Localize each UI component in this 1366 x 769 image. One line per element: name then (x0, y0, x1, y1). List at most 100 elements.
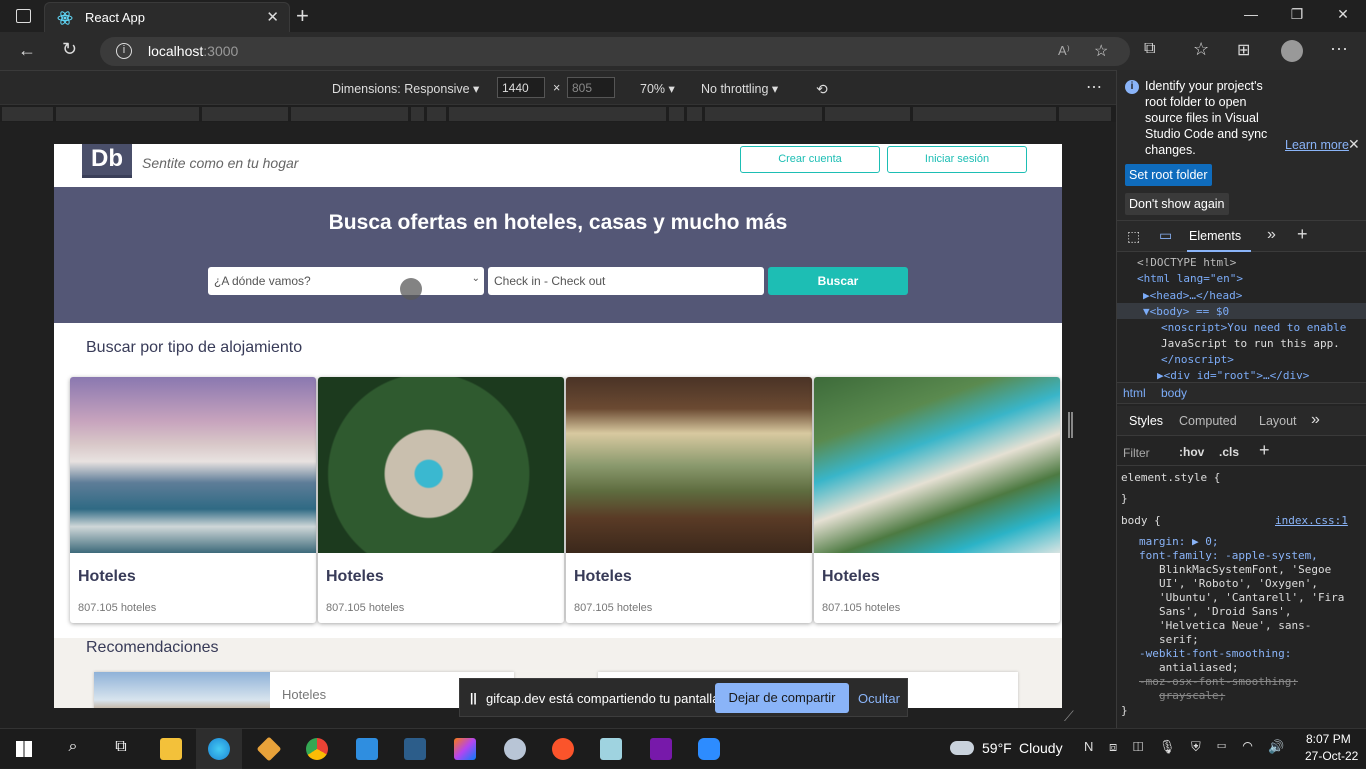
close-window-icon[interactable]: ✕ (1333, 6, 1353, 23)
dom-line[interactable]: <noscript>You need to enable (1161, 321, 1346, 334)
onenote-icon[interactable] (650, 738, 672, 760)
search-icon[interactable]: ⌕ (62, 738, 84, 760)
tab-computed[interactable]: Computed (1179, 414, 1237, 428)
active-tab-underline (1187, 250, 1251, 252)
tray-icons[interactable]: N ⧈ ◫ 🎙 ⛨ ▭ ◠ 🔊 (1084, 739, 1291, 755)
browser-tab[interactable]: React App ✕ (44, 2, 290, 32)
css-source-link[interactable]: index.css:1 (1275, 514, 1348, 527)
favorites-icon[interactable]: ☆ (1193, 39, 1209, 60)
chrome-icon[interactable] (306, 738, 328, 760)
read-aloud-icon[interactable]: A⁾ (1058, 43, 1070, 59)
category-card[interactable]: Hoteles 807.105 hoteles (566, 377, 812, 623)
tab-elements[interactable]: Elements (1189, 229, 1241, 243)
site-logo[interactable]: Db (82, 144, 132, 178)
rotate-icon[interactable]: ⟲ (816, 81, 828, 98)
temperature[interactable]: 59°F (982, 740, 1012, 756)
new-tab-button[interactable]: + (296, 3, 309, 29)
weather-text[interactable]: Cloudy (1019, 740, 1063, 756)
search-button[interactable]: Buscar (768, 267, 908, 295)
vscode-icon[interactable] (356, 738, 378, 760)
git-icon[interactable] (256, 736, 282, 762)
inspect-icon[interactable]: ⬚ (1127, 228, 1140, 245)
refresh-icon[interactable]: ↻ (62, 39, 77, 60)
times-sign: × (553, 81, 561, 95)
dom-line[interactable]: <html lang="en"> (1137, 272, 1243, 285)
more-menu-icon[interactable]: ··· (1330, 38, 1348, 59)
collections-icon[interactable]: ⊞ (1237, 40, 1250, 60)
extensions-icon[interactable]: ⧉ (1144, 40, 1155, 58)
set-root-folder-button[interactable]: Set root folder (1125, 164, 1212, 186)
hov-toggle[interactable]: :hov (1179, 445, 1204, 459)
zoom-dropdown[interactable]: 70% ▾ (640, 81, 675, 96)
address-bar[interactable]: i localhost:3000 A⁾ ☆ (100, 37, 1130, 66)
more-tabs-icon[interactable]: » (1267, 226, 1276, 244)
add-panel-icon[interactable]: + (1297, 224, 1308, 245)
dom-line[interactable]: <!DOCTYPE html> (1137, 256, 1236, 269)
device-more-icon[interactable]: ⋯ (1086, 77, 1102, 97)
category-image (566, 377, 812, 553)
app-icon[interactable] (504, 738, 526, 760)
clock-time[interactable]: 8:07 PM (1306, 732, 1351, 746)
dom-line[interactable]: ▶<div id="root">…</div> (1157, 369, 1309, 382)
filter-input[interactable]: Filter (1123, 446, 1150, 460)
recommendation-card[interactable]: Hoteles (94, 672, 514, 708)
width-input[interactable]: 1440 (497, 77, 545, 98)
resize-corner-icon[interactable]: ⟋ (1064, 708, 1074, 725)
breadcrumb-html[interactable]: html (1123, 386, 1146, 400)
css-line[interactable]: margin: ▶ 0; (1139, 535, 1218, 548)
more-style-tabs-icon[interactable]: » (1311, 411, 1320, 429)
stop-sharing-button[interactable]: Dejar de compartir (715, 683, 849, 713)
css-line[interactable]: -webkit-font-smoothing: (1139, 647, 1291, 660)
create-account-button[interactable]: Crear cuenta (740, 146, 880, 173)
dimensions-dropdown[interactable]: Dimensions: Responsive ▾ (332, 81, 479, 96)
intellij-icon[interactable] (454, 738, 476, 760)
task-view-icon[interactable]: ⧉ (110, 738, 132, 760)
css-line: body { (1121, 514, 1161, 527)
category-card[interactable]: Hoteles 807.105 hoteles (814, 377, 1060, 623)
dom-line[interactable]: </noscript> (1161, 353, 1234, 366)
throttling-dropdown[interactable]: No throttling ▾ (701, 81, 778, 96)
brave-icon[interactable] (552, 738, 574, 760)
profile-avatar[interactable] (1281, 40, 1303, 62)
zoom-icon[interactable] (698, 738, 720, 760)
breadcrumb-body[interactable]: body (1161, 386, 1187, 400)
destination-select[interactable]: ¿A dónde vamos? ⌄ (208, 267, 484, 295)
dom-line[interactable]: ▶<head>…</head> (1143, 289, 1242, 302)
dom-line[interactable]: ▼<body> == $0 (1143, 305, 1229, 318)
tab-actions-icon[interactable] (16, 9, 31, 23)
back-icon[interactable]: ← (18, 40, 36, 61)
media-query-ruler[interactable] (0, 104, 1116, 122)
windows-start-icon[interactable] (16, 741, 32, 757)
add-favorite-icon[interactable]: ☆ (1094, 41, 1108, 61)
dont-show-again-button[interactable]: Don't show again (1125, 193, 1229, 215)
css-line: -moz-osx-font-smoothing: (1139, 675, 1298, 688)
learn-more-link[interactable]: Learn more (1285, 138, 1349, 152)
dates-input[interactable]: Check in - Check out (488, 267, 764, 295)
restore-icon[interactable]: ❐ (1287, 6, 1307, 23)
resize-handle[interactable] (1068, 412, 1073, 438)
notes-icon[interactable] (600, 738, 622, 760)
css-line[interactable]: font-family: -apple-system, (1139, 549, 1318, 562)
login-button[interactable]: Iniciar sesión (887, 146, 1027, 173)
new-rule-icon[interactable]: + (1259, 440, 1270, 461)
hide-share-bar-button[interactable]: Ocultar (858, 691, 900, 706)
tab-styles[interactable]: Styles (1129, 414, 1163, 428)
site-info-icon[interactable]: i (116, 43, 132, 59)
url-text[interactable]: localhost:3000 (148, 43, 238, 59)
category-card[interactable]: Hoteles 807.105 hoteles (318, 377, 564, 623)
cls-toggle[interactable]: .cls (1219, 445, 1239, 459)
category-card[interactable]: Hoteles 807.105 hoteles (70, 377, 316, 623)
close-notice-icon[interactable]: ✕ (1348, 136, 1360, 153)
mysql-workbench-icon[interactable] (404, 738, 426, 760)
file-explorer-icon[interactable] (160, 738, 182, 760)
clock-date[interactable]: 27-Oct-22 (1305, 749, 1358, 763)
dom-line[interactable]: JavaScript to run this app. (1161, 337, 1340, 350)
minimize-icon[interactable]: — (1241, 6, 1261, 22)
tab-layout[interactable]: Layout (1259, 414, 1297, 428)
weather-icon[interactable] (950, 741, 974, 755)
device-toggle-icon[interactable]: ▭ (1159, 227, 1172, 244)
category-image (70, 377, 316, 553)
height-input[interactable]: 805 (567, 77, 615, 98)
close-tab-icon[interactable]: ✕ (266, 8, 279, 26)
site-tagline: Sentite como en tu hogar (142, 155, 299, 171)
